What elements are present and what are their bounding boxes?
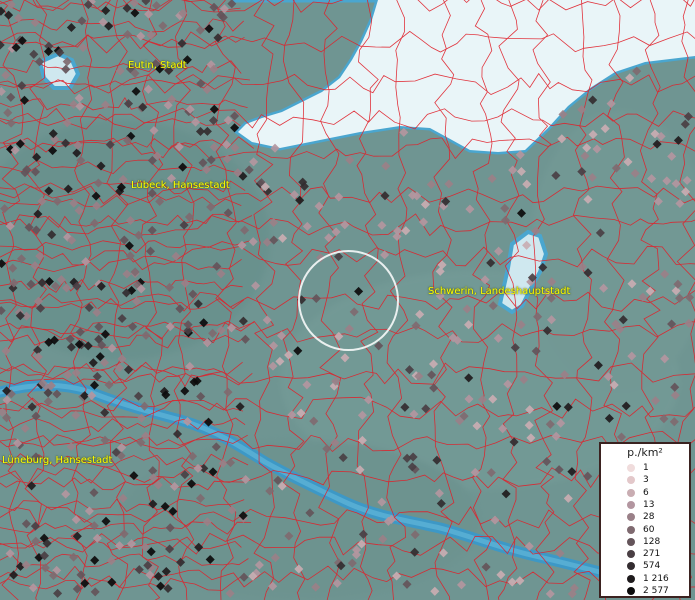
legend-label: 128 bbox=[643, 536, 661, 547]
legend-swatch bbox=[627, 574, 635, 583]
legend-label: 1 bbox=[643, 463, 649, 473]
density-map[interactable]: Eutin, Stadt Lübeck, Hansestadt Schwerin… bbox=[0, 0, 695, 600]
legend-swatch bbox=[627, 550, 635, 559]
legend-label: 271 bbox=[643, 549, 661, 560]
legend-swatch bbox=[627, 500, 635, 509]
legend-swatch bbox=[627, 476, 635, 485]
legend-item: 2 577 bbox=[601, 585, 689, 597]
place-label-eutin[interactable]: Eutin, Stadt bbox=[128, 60, 187, 71]
legend-label: 6 bbox=[643, 487, 649, 498]
legend-label: 1 216 bbox=[643, 573, 669, 584]
place-label-lueneburg[interactable]: Lüneburg, Hansestadt bbox=[2, 455, 112, 466]
density-legend: p./km² 1 3 6 13 28 60 128 271 574 1 216 2 577 bbox=[599, 442, 691, 598]
legend-item: 128 bbox=[601, 536, 689, 548]
legend-label: 3 bbox=[643, 475, 649, 486]
selection-circle[interactable] bbox=[298, 250, 399, 351]
legend-swatch bbox=[627, 562, 635, 571]
legend-swatch bbox=[627, 513, 635, 522]
legend-title: p./km² bbox=[627, 446, 663, 459]
legend-label: 13 bbox=[643, 499, 655, 510]
legend-swatch bbox=[627, 587, 635, 595]
legend-item: 6 bbox=[601, 487, 689, 499]
legend-label: 28 bbox=[643, 512, 655, 523]
legend-item: 60 bbox=[601, 524, 689, 536]
place-label-schwerin[interactable]: Schwerin, Landeshauptstadt bbox=[428, 286, 570, 297]
legend-swatch bbox=[627, 525, 635, 534]
legend-item: 1 216 bbox=[601, 573, 689, 585]
legend-item: 271 bbox=[601, 548, 689, 560]
legend-item: 1 bbox=[601, 462, 689, 474]
legend-label: 574 bbox=[643, 561, 661, 572]
legend-label: 60 bbox=[643, 524, 655, 535]
legend-item: 13 bbox=[601, 499, 689, 511]
legend-swatch bbox=[627, 488, 635, 497]
place-label-luebeck[interactable]: Lübeck, Hansestadt bbox=[131, 180, 230, 191]
legend-label: 2 577 bbox=[643, 586, 669, 596]
legend-item: 574 bbox=[601, 560, 689, 572]
legend-item: 3 bbox=[601, 474, 689, 486]
legend-item: 28 bbox=[601, 511, 689, 523]
legend-swatch bbox=[627, 537, 635, 546]
legend-swatch bbox=[627, 464, 635, 472]
